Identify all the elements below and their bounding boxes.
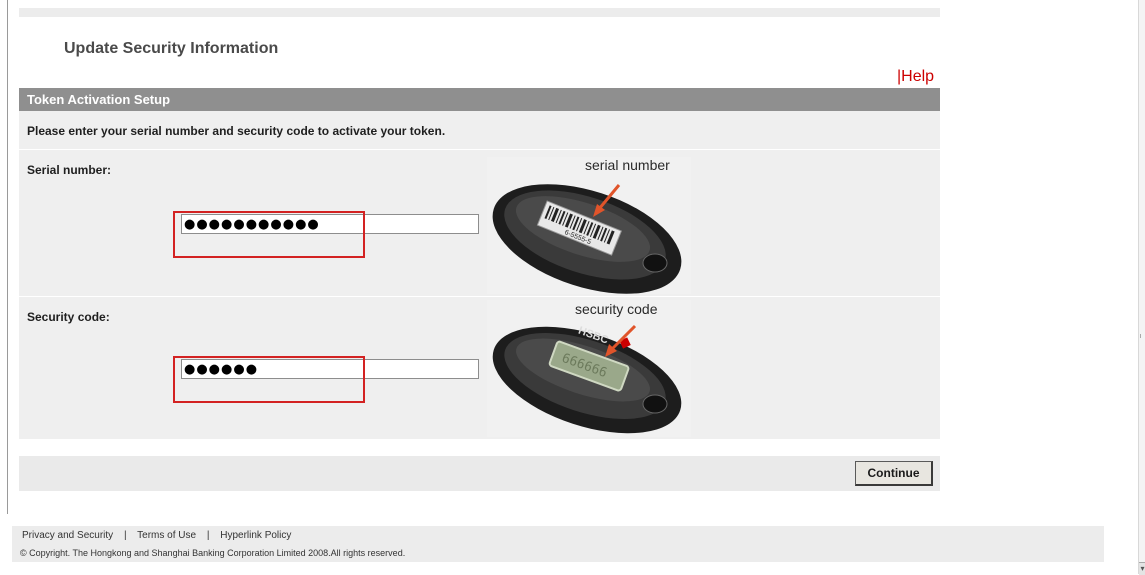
scrollbar-thumb-grip[interactable] [1140, 334, 1144, 338]
footer-separator: | [123, 530, 127, 541]
action-bar: Continue [19, 456, 940, 491]
serial-number-label: Serial number: [27, 163, 112, 177]
footer-link-hyperlink-policy[interactable]: Hyperlink Policy [220, 530, 291, 541]
section-header: Token Activation Setup [19, 88, 940, 111]
vertical-scrollbar[interactable]: ▾ [1138, 0, 1145, 575]
footer-separator: | [206, 530, 210, 541]
security-code-caption: security code [575, 301, 658, 317]
footer-link-terms[interactable]: Terms of Use [137, 530, 196, 541]
help-link[interactable]: Help [901, 68, 934, 85]
page-title: Update Security Information [64, 40, 279, 57]
security-token-illustration: HSBC 666666 [492, 325, 682, 434]
continue-button[interactable]: Continue [855, 461, 933, 486]
instruction-row: Please enter your serial number and secu… [19, 111, 940, 149]
serial-number-caption: serial number [585, 157, 670, 173]
section-header-title: Token Activation Setup [27, 92, 171, 107]
security-code-token-image: security code HSBC 666666 [487, 300, 691, 437]
page-left-border [7, 0, 8, 514]
serial-number-token-image: serial number 6-5555-5 [487, 157, 691, 294]
footer: Privacy and Security | Terms of Use | Hy… [12, 526, 1104, 562]
top-band [19, 8, 940, 17]
serial-number-row: Serial number: [19, 150, 940, 296]
footer-link-privacy[interactable]: Privacy and Security [22, 530, 113, 541]
serial-token-illustration: 6-5555-5 [492, 184, 682, 294]
footer-links: Privacy and Security | Terms of Use | Hy… [22, 530, 291, 541]
serial-number-input[interactable] [181, 214, 479, 234]
security-code-input[interactable] [181, 359, 479, 379]
security-code-label: Security code: [27, 310, 110, 324]
scroll-down-arrow-icon[interactable]: ▾ [1139, 562, 1145, 575]
help-area: |Help [897, 68, 934, 86]
instruction-text: Please enter your serial number and secu… [27, 124, 446, 138]
security-code-row: Security code: [19, 297, 940, 439]
copyright-text: © Copyright. The Hongkong and Shanghai B… [20, 548, 406, 558]
